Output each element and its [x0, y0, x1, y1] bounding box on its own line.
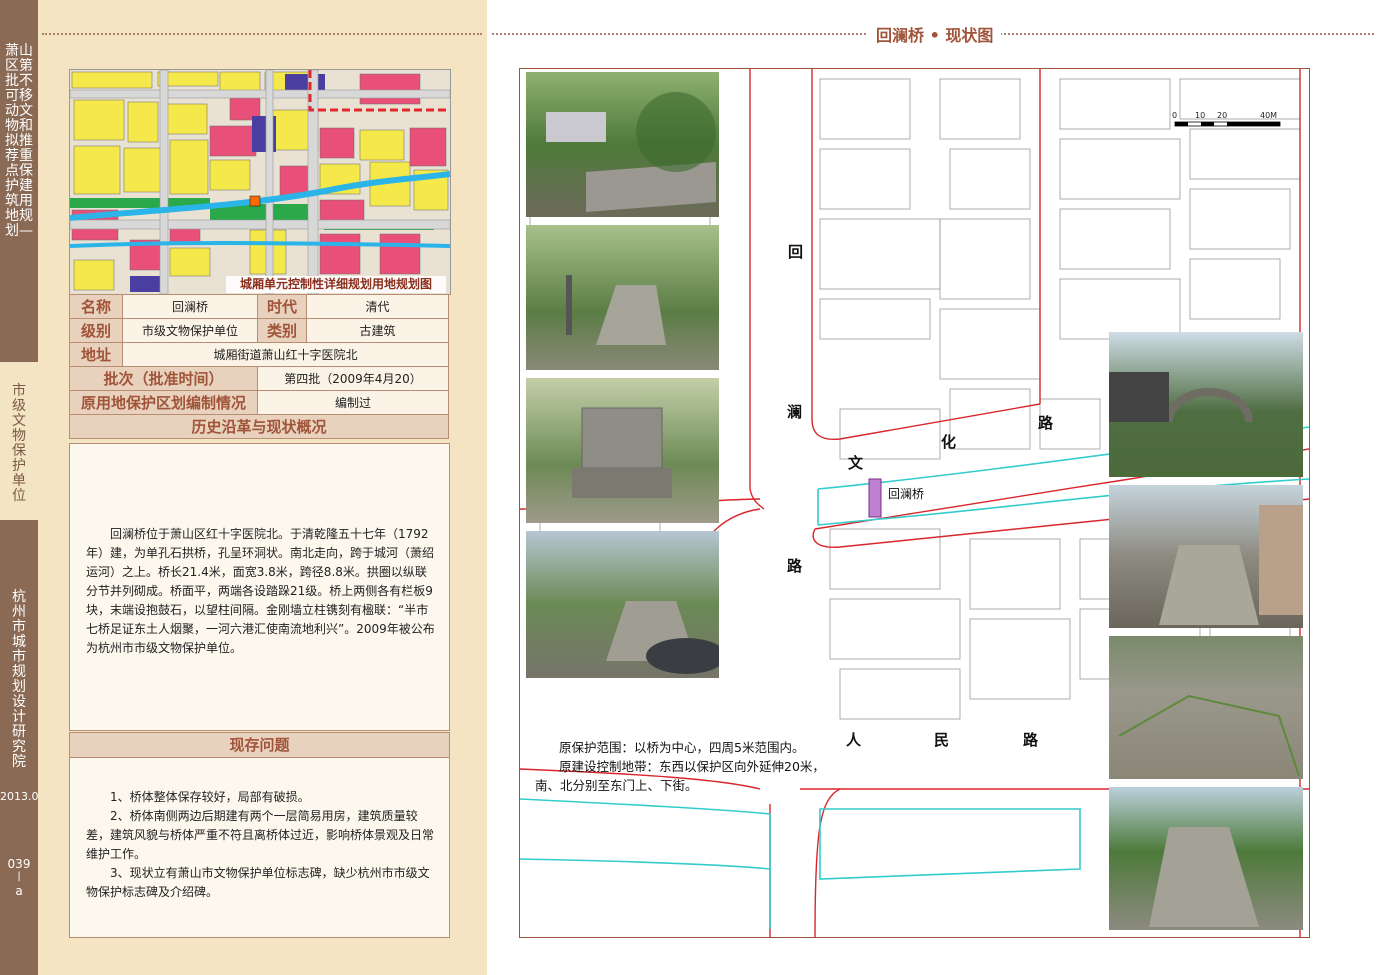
info-row: 原用地保护区划编制情况 编制过 [69, 390, 449, 415]
photo-river-bridge-art [1109, 372, 1253, 423]
side-section-label: 市级文物保护单位 [12, 383, 26, 504]
problem-item: 2、桥体南侧两边后期建有两个一层简易用房，建筑质量较差，建筑风貌与桥体严重不符且… [86, 809, 435, 861]
photo-river-bridge [1109, 332, 1303, 477]
photo-steps-2-art [1149, 827, 1259, 927]
photo-steps-2 [1109, 787, 1303, 930]
history-text: 回澜桥位于萧山区红十字医院北。于清乾隆五十七年（1792年）建，为单孔石拱桥，孔… [86, 527, 435, 655]
protection-line: 原保护范围：以桥为中心，四周5米范围内。 [559, 740, 805, 755]
road-char: 回 [788, 243, 804, 261]
problems-list: 1、桥体整体保存较好，局部有破损。 2、桥体南侧两边后期建有两个一层简易用房，建… [86, 788, 438, 902]
history-heading: 历史沿革与现状概况 [69, 414, 449, 439]
side-org-title: 萧山区第批不可移动文物和拟推荐重点保护建筑用地规划— [5, 43, 33, 239]
info-row: 名称 回澜桥 时代 清代 [69, 294, 449, 319]
road-char: 人 [846, 731, 862, 749]
type-label: 类别 [257, 318, 307, 343]
problem-item: 1、桥体整体保存较好，局部有破损。 [110, 790, 310, 804]
road-char: 路 [1038, 414, 1054, 432]
photo-pavement [1109, 636, 1303, 779]
land-use-map [69, 69, 451, 295]
side-page-number: 039 [7, 857, 31, 871]
site-map-frame: 0 10 20 40M 回 澜 路 文 化 路 人 民 路 回澜桥 [519, 68, 1310, 938]
protection-note: 原保护范围：以桥为中心，四周5米范围内。 原建设控制地带：东西以保护区向外延伸2… [535, 738, 825, 795]
photo-steps-1 [1109, 485, 1303, 628]
batch-label: 批次（批准时间） [69, 366, 258, 391]
side-section-box: 市级文物保护单位 [0, 362, 38, 520]
road-char: 澜 [787, 403, 803, 421]
info-row: 地址 城厢街道萧山红十字医院北 [69, 342, 449, 367]
name-value: 回澜桥 [122, 294, 258, 319]
info-row: 历史沿革与现状概况 [69, 414, 449, 439]
info-row: 批次（批准时间） 第四批（2009年4月20） [69, 366, 449, 391]
problems-heading: 现存问题 [69, 732, 450, 758]
addr-label: 地址 [69, 342, 123, 367]
scale-label: 20 [1217, 111, 1228, 120]
photo-bridge-2 [526, 225, 719, 370]
info-row: 级别 市级文物保护单位 类别 古建筑 [69, 318, 449, 343]
photo-stele-art [572, 407, 672, 498]
bridge-label: 回澜桥 [888, 487, 925, 501]
scale-label: 40M [1260, 111, 1278, 120]
road-char: 民 [934, 731, 950, 749]
type-value: 古建筑 [306, 318, 449, 343]
road-char: 文 [848, 454, 864, 472]
batch-value: 第四批（2009年4月20） [257, 366, 449, 391]
info-table: 名称 回澜桥 时代 清代 级别 市级文物保护单位 类别 古建筑 地址 城厢街道萧… [69, 294, 449, 439]
plan-value: 编制过 [257, 390, 449, 415]
era-value: 清代 [306, 294, 449, 319]
road-char: 路 [1023, 731, 1039, 749]
scale-label: 0 [1172, 111, 1178, 120]
addr-value: 城厢街道萧山红十字医院北 [122, 342, 449, 367]
map-caption: 城厢单元控制性详细规划用地规划图 [226, 276, 446, 293]
land-use-map-graphic [70, 70, 450, 294]
scale-label: 10 [1195, 111, 1206, 120]
side-page-sep: | [17, 871, 21, 882]
name-label: 名称 [69, 294, 123, 319]
photo-bridge-1-art [546, 92, 716, 212]
photo-bridge-3-art [606, 601, 719, 674]
problem-item: 3、现状立有萧山市文物保护单位标志碑，缺少杭州市市级文物保护标志碑及介绍碑。 [86, 866, 430, 899]
photo-steps-1-art [1159, 505, 1303, 625]
photo-bridge-1 [526, 72, 719, 217]
level-label: 级别 [69, 318, 123, 343]
left-dotted-rule [42, 33, 482, 35]
photo-pavement-art [1118, 694, 1300, 777]
road-char: 路 [787, 557, 803, 575]
plan-label: 原用地保护区划编制情况 [69, 390, 258, 415]
protection-line: 原建设控制地带：东西以保护区向外延伸20米，南、北分别至东门上、下街。 [535, 759, 825, 793]
side-page-sub: a [15, 884, 23, 898]
photo-stele [526, 378, 719, 523]
level-value: 市级文物保护单位 [122, 318, 258, 343]
page-title: 回澜桥 • 现状图 [868, 22, 1002, 46]
side-date: 2013.06 [0, 790, 46, 803]
photo-bridge-3 [526, 531, 719, 678]
photo-bridge-2-art [566, 275, 666, 345]
road-char: 化 [941, 433, 957, 451]
era-label: 时代 [257, 294, 307, 319]
side-institute: 杭州市城市规划设计研究院 [12, 589, 26, 770]
